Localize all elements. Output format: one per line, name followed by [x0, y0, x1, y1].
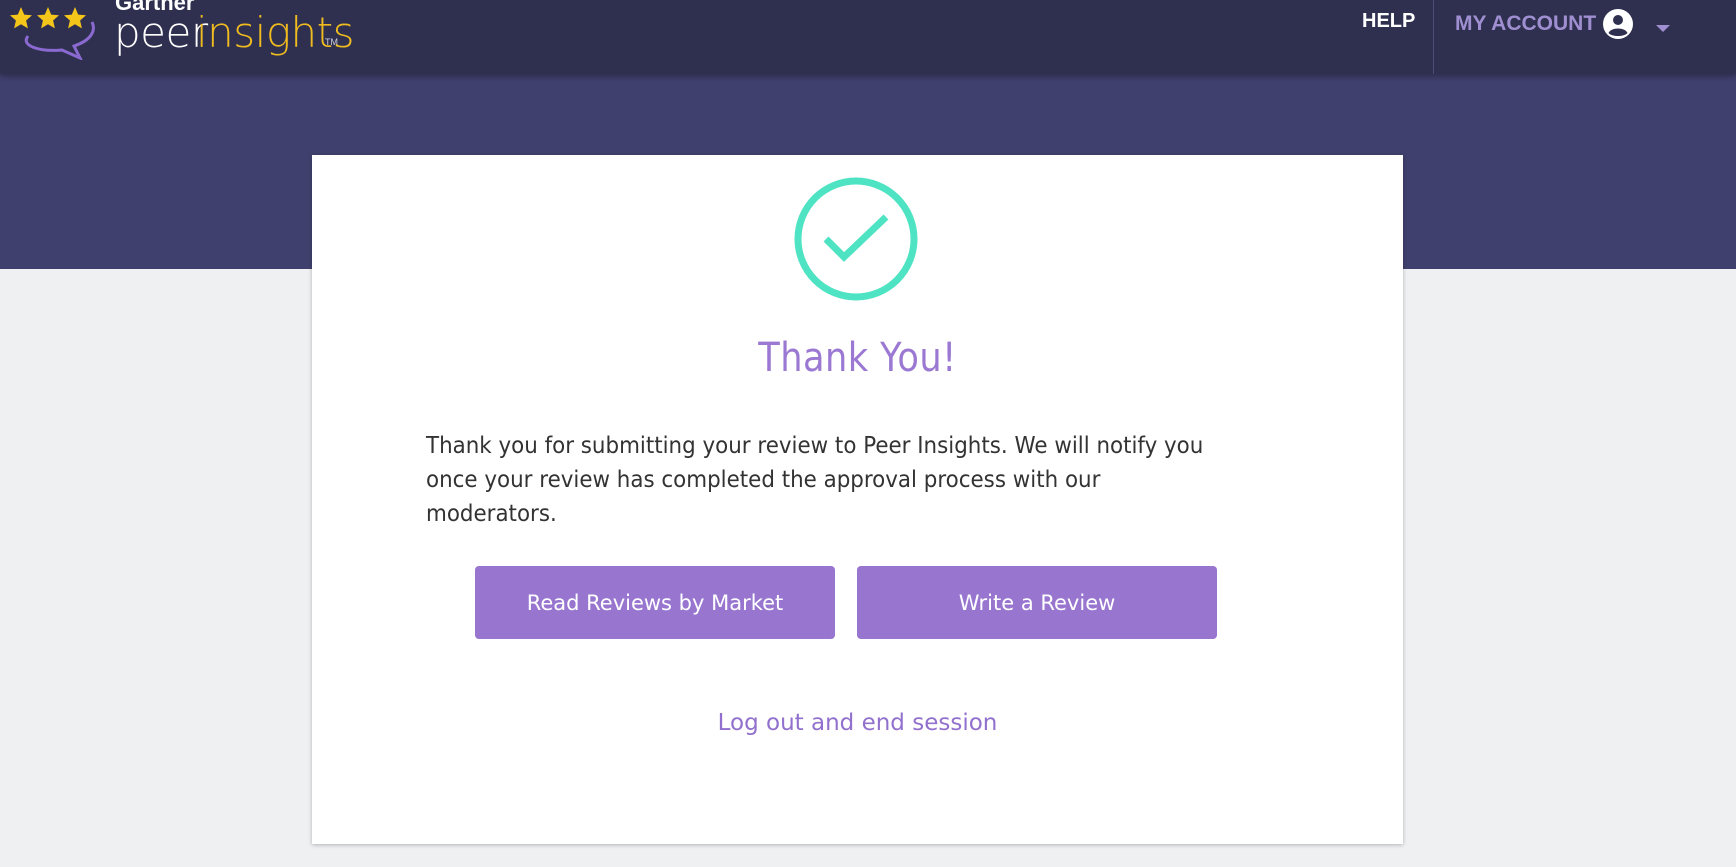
brand-trademark: TM	[325, 37, 338, 47]
confirmation-card: Thank You! Thank you for submitting your…	[312, 155, 1403, 844]
brand-insights-text: insights	[196, 8, 355, 57]
star-icon	[37, 7, 59, 29]
account-circle-icon	[1602, 8, 1634, 40]
my-account-label: MY ACCOUNT	[1455, 12, 1597, 35]
star-icon	[64, 7, 86, 29]
page-title: Thank You!	[758, 335, 957, 381]
my-account-menu[interactable]: MY ACCOUNT	[1455, 8, 1671, 40]
read-reviews-button[interactable]: Read Reviews by Market	[475, 566, 835, 639]
checkmark-circle-icon	[794, 177, 918, 301]
help-link[interactable]: HELP	[1362, 10, 1415, 33]
speech-bubble-stars-icon	[10, 7, 95, 60]
nav-divider	[1433, 0, 1434, 74]
star-icon	[10, 7, 32, 29]
top-navigation-bar: Gartner peer insights TM HELP MY ACCOUNT	[0, 0, 1736, 74]
brand-peer-text: peer	[114, 8, 208, 57]
confirmation-message: Thank you for submitting your review to …	[426, 433, 1204, 527]
caret-down-icon	[1656, 20, 1671, 32]
write-review-button[interactable]: Write a Review	[857, 566, 1217, 639]
peer-insights-logo[interactable]: Gartner peer insights TM	[0, 0, 360, 74]
logout-link[interactable]: Log out and end session	[312, 710, 1403, 736]
